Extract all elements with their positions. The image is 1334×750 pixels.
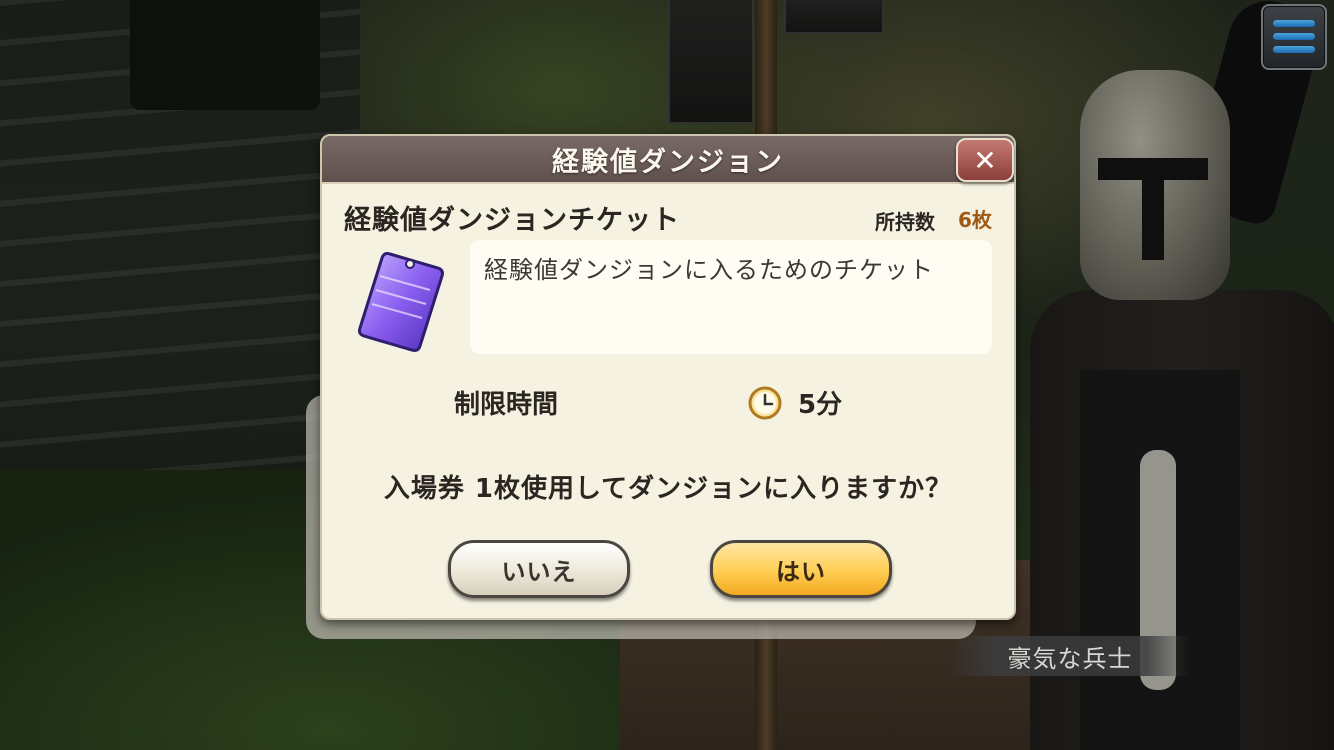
- clock-icon: [748, 386, 782, 420]
- close-icon: ✕: [973, 143, 997, 177]
- hamburger-menu-icon: [1273, 20, 1315, 27]
- confirm-message: 入場券 1枚使用してダンジョンに入りますか？: [383, 474, 953, 504]
- hamburger-menu-icon-line: [1273, 46, 1315, 53]
- ticket-icon: [358, 252, 444, 352]
- owned-count-label: 所持数: [875, 210, 935, 234]
- time-limit-label: 制限時間: [454, 390, 559, 420]
- item-description-box: 経験値ダンジョンに入るためのチケット: [470, 240, 992, 354]
- main-menu-button[interactable]: [1261, 4, 1327, 70]
- time-limit-value: 5分: [798, 390, 843, 420]
- hamburger-menu-icon-line: [1273, 33, 1315, 40]
- close-button[interactable]: ✕: [956, 138, 1014, 182]
- dialog-header: 経験値ダンジョン: [322, 136, 1014, 184]
- dialog-title: 経験値ダンジョン: [552, 146, 784, 178]
- item-description: 経験値ダンジョンに入るためのチケット: [484, 256, 934, 284]
- yes-button[interactable]: はい: [710, 540, 892, 598]
- speaker-nameplate: 豪気な兵士: [950, 636, 1190, 676]
- item-name: 経験値ダンジョンチケット: [344, 205, 680, 236]
- owned-count-value: 6枚: [958, 208, 992, 232]
- dungeon-confirm-dialog: 経験値ダンジョン ✕ 経験値ダンジョンチケット 所持数 6枚 経験値ダンジョンに…: [320, 134, 1016, 620]
- no-button[interactable]: いいえ: [448, 540, 630, 598]
